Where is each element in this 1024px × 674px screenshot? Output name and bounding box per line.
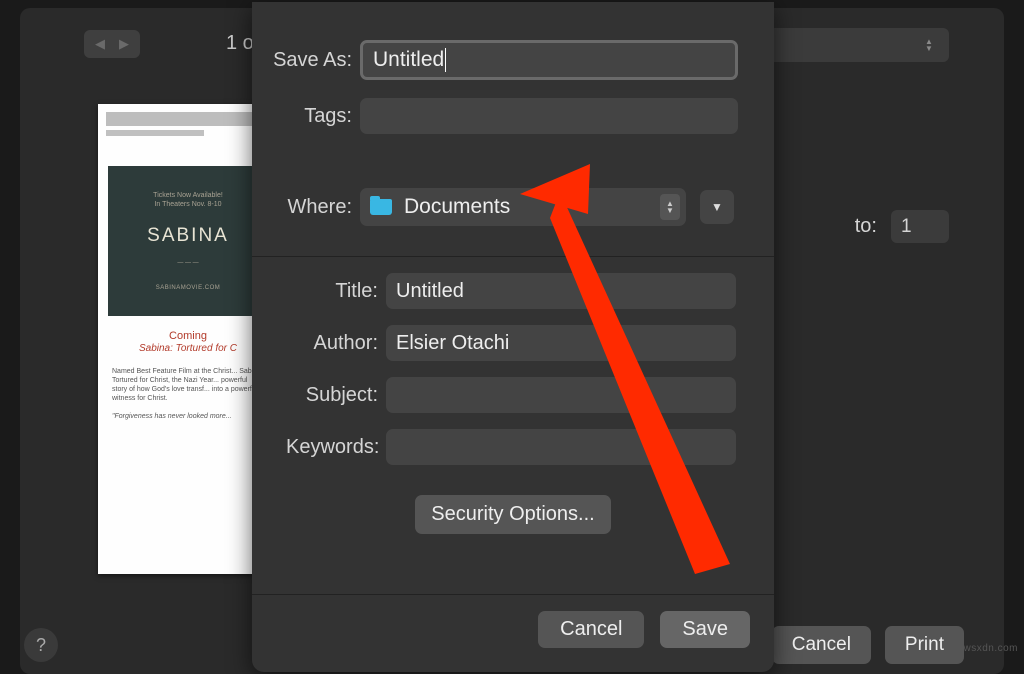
poster-url: SABINAMOVIE.COM: [156, 285, 221, 291]
author-label: Author:: [286, 332, 386, 355]
next-page-icon[interactable]: ▶: [112, 33, 136, 55]
save-as-input[interactable]: Untitled: [360, 40, 738, 80]
background-select[interactable]: ▲▼: [764, 28, 949, 62]
subject-label: Subject:: [286, 384, 386, 407]
title-value: Untitled: [396, 280, 464, 303]
folder-icon: [370, 199, 392, 215]
print-cancel-button[interactable]: Cancel: [772, 626, 871, 664]
document-preview: Tickets Now Available! In Theaters Nov. …: [98, 104, 278, 574]
thumb-subtitle: Sabina: Tortured for C: [112, 343, 264, 355]
text-caret: [445, 48, 446, 72]
help-button[interactable]: ?: [24, 628, 58, 662]
page-nav: ◀ ▶: [84, 30, 140, 58]
divider: [252, 256, 774, 257]
subject-input[interactable]: [386, 377, 736, 413]
thumb-quote: "Forgiveness has never looked more...: [98, 403, 278, 420]
help-icon: ?: [36, 635, 46, 656]
where-select[interactable]: Documents ▲▼: [360, 188, 686, 226]
chevron-up-down-icon: ▲▼: [660, 194, 680, 220]
cancel-button[interactable]: Cancel: [538, 611, 644, 648]
poster-image: Tickets Now Available! In Theaters Nov. …: [108, 166, 268, 316]
thumb-paragraph: Named Best Feature Film at the Christ...…: [98, 355, 278, 403]
save-sheet: Save As: Untitled Tags: Where: Documents…: [252, 2, 774, 672]
save-as-value: Untitled: [373, 48, 444, 72]
to-label: to:: [855, 215, 877, 238]
security-options-button[interactable]: Security Options...: [415, 495, 610, 534]
title-input[interactable]: Untitled: [386, 273, 736, 309]
poster-line1: Tickets Now Available!: [153, 191, 223, 200]
thumb-coming: Coming: [112, 330, 264, 343]
poster-title: SABINA: [147, 225, 229, 247]
title-label: Title:: [286, 280, 386, 303]
save-button[interactable]: Save: [660, 611, 750, 648]
save-as-label: Save As:: [260, 49, 360, 72]
where-value: Documents: [404, 195, 510, 219]
watermark: wsxdn.com: [963, 643, 1018, 654]
keywords-input[interactable]: [386, 429, 736, 465]
author-input[interactable]: Elsier Otachi: [386, 325, 736, 361]
prev-page-icon[interactable]: ◀: [88, 33, 112, 55]
tags-input[interactable]: [360, 98, 738, 134]
keywords-label: Keywords:: [286, 436, 386, 459]
author-value: Elsier Otachi: [396, 332, 509, 355]
page-nav-pill[interactable]: ◀ ▶: [84, 30, 140, 58]
where-label: Where:: [260, 196, 360, 219]
expand-button[interactable]: ▼: [700, 190, 734, 224]
print-button[interactable]: Print: [885, 626, 964, 664]
poster-line2: In Theaters Nov. 8-10: [154, 200, 221, 209]
page-range-to: to: 1: [855, 210, 949, 243]
chevron-down-icon: ▼: [711, 200, 723, 214]
tags-label: Tags:: [260, 105, 360, 128]
to-input[interactable]: 1: [891, 210, 949, 243]
chevron-up-down-icon: ▲▼: [925, 35, 939, 55]
print-dialog-buttons: Cancel Print: [772, 626, 964, 664]
